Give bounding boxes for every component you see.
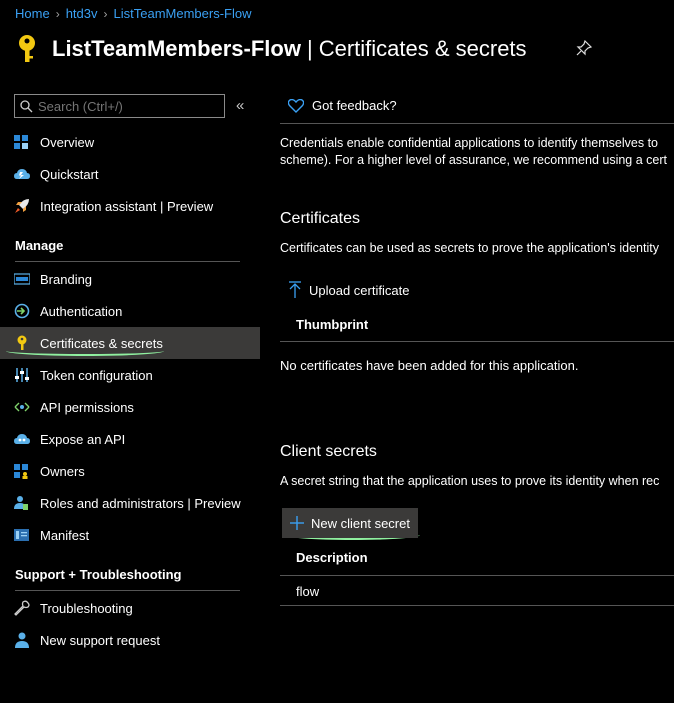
client-secrets-description: A secret string that the application use…: [280, 474, 660, 488]
breadcrumb-home[interactable]: Home: [15, 6, 50, 21]
sidebar-item-label: Quickstart: [40, 166, 99, 182]
overview-icon: [13, 134, 30, 151]
sidebar-item-quickstart[interactable]: Quickstart: [0, 158, 260, 190]
intro-text-line2: scheme). For a higher level of assurance…: [280, 153, 667, 167]
key-icon: [19, 35, 35, 62]
wrench-icon: [13, 600, 30, 617]
breadcrumb: Home › htd3v › ListTeamMembers-Flow: [15, 6, 251, 21]
sidebar-item-integration-assistant[interactable]: Integration assistant | Preview: [0, 190, 260, 222]
table-divider: [280, 605, 674, 606]
authentication-icon: [13, 303, 30, 320]
sidebar-item-label: Token configuration: [40, 367, 153, 383]
section-support-troubleshooting: Support + Troubleshooting: [15, 567, 182, 582]
support-person-icon: [13, 632, 30, 649]
highlight-underline: [6, 346, 164, 356]
sidebar-item-api-permissions[interactable]: API permissions: [0, 391, 260, 423]
sidebar-item-roles-administrators[interactable]: Roles and administrators | Preview: [0, 487, 260, 519]
api-permissions-icon: [13, 399, 30, 416]
description-column-header[interactable]: Description: [296, 550, 368, 565]
sidebar: « Overview Quickstart Int: [0, 88, 262, 703]
sidebar-item-label: New support request: [40, 632, 160, 648]
token-config-icon: [13, 367, 30, 384]
sidebar-item-manifest[interactable]: Manifest: [0, 519, 260, 551]
sidebar-item-new-support-request[interactable]: New support request: [0, 624, 260, 656]
sidebar-item-label: Authentication: [40, 303, 123, 319]
breadcrumb-app[interactable]: ListTeamMembers-Flow: [114, 6, 252, 21]
table-divider: [280, 575, 674, 576]
sidebar-item-branding[interactable]: Branding: [0, 263, 260, 295]
feedback-label: Got feedback?: [312, 98, 397, 113]
plus-icon: [290, 516, 304, 530]
sidebar-item-label: Overview: [40, 134, 95, 150]
pin-icon[interactable]: [576, 40, 592, 56]
upload-certificate-button[interactable]: Upload certificate: [288, 279, 409, 301]
table-divider: [280, 341, 674, 342]
sidebar-item-label: API permissions: [40, 399, 134, 415]
sidebar-item-expose-api[interactable]: Expose an API: [0, 423, 260, 455]
sidebar-item-label: Branding: [40, 271, 93, 287]
sidebar-item-authentication[interactable]: Authentication: [0, 295, 260, 327]
collapse-sidebar-icon[interactable]: «: [236, 97, 244, 114]
intro-text-line1: Credentials enable confidential applicat…: [280, 136, 659, 150]
divider: [15, 590, 240, 591]
no-certificates-message: No certificates have been added for this…: [280, 358, 579, 373]
breadcrumb-tenant[interactable]: htd3v: [66, 6, 98, 21]
new-client-secret-button[interactable]: New client secret: [282, 508, 418, 538]
certificates-heading: Certificates: [280, 210, 361, 227]
heart-icon: [288, 98, 304, 113]
sidebar-item-troubleshooting[interactable]: Troubleshooting: [0, 592, 260, 624]
branding-icon: [13, 271, 30, 288]
section-manage: Manage: [15, 238, 64, 253]
page-title: ListTeamMembers-Flow: [52, 36, 301, 61]
new-client-secret-label: New client secret: [311, 515, 410, 531]
roles-icon: [13, 495, 30, 512]
upload-icon: [289, 281, 301, 298]
sidebar-item-overview[interactable]: Overview: [0, 126, 260, 158]
title-separator: |: [306, 36, 313, 61]
sidebar-item-label: Manifest: [40, 527, 90, 543]
divider: [280, 123, 674, 124]
sidebar-item-label: Roles and administrators | Preview: [40, 495, 241, 511]
owners-icon: [13, 463, 30, 480]
cloud-icon: [13, 431, 30, 448]
rocket-icon: [13, 198, 30, 215]
breadcrumb-separator: ›: [55, 6, 60, 21]
quickstart-icon: [13, 166, 30, 183]
sidebar-item-label: Expose an API: [40, 431, 126, 447]
feedback-button[interactable]: Got feedback?: [288, 98, 397, 113]
sidebar-item-label: Integration assistant | Preview: [40, 198, 214, 214]
thumbprint-column-header[interactable]: Thumbprint: [296, 317, 368, 332]
table-row: flow: [296, 584, 320, 599]
sidebar-item-owners[interactable]: Owners: [0, 455, 260, 487]
page-header: ListTeamMembers-Flow | Certificates & se…: [14, 34, 527, 64]
sidebar-item-token-configuration[interactable]: Token configuration: [0, 359, 260, 391]
page-subtitle: Certificates & secrets: [318, 36, 527, 61]
search-icon: [20, 99, 33, 112]
search-input[interactable]: [38, 98, 218, 114]
sidebar-item-label: Troubleshooting: [40, 600, 133, 616]
sidebar-item-label: Owners: [40, 463, 85, 479]
divider: [15, 261, 240, 262]
breadcrumb-separator: ›: [103, 6, 108, 21]
search-box[interactable]: [14, 94, 225, 118]
manifest-icon: [13, 527, 30, 544]
client-secrets-heading: Client secrets: [280, 443, 377, 460]
certificates-description: Certificates can be used as secrets to p…: [280, 241, 659, 255]
upload-certificate-label: Upload certificate: [309, 282, 410, 298]
main-content: Got feedback? Credentials enable confide…: [262, 88, 674, 703]
